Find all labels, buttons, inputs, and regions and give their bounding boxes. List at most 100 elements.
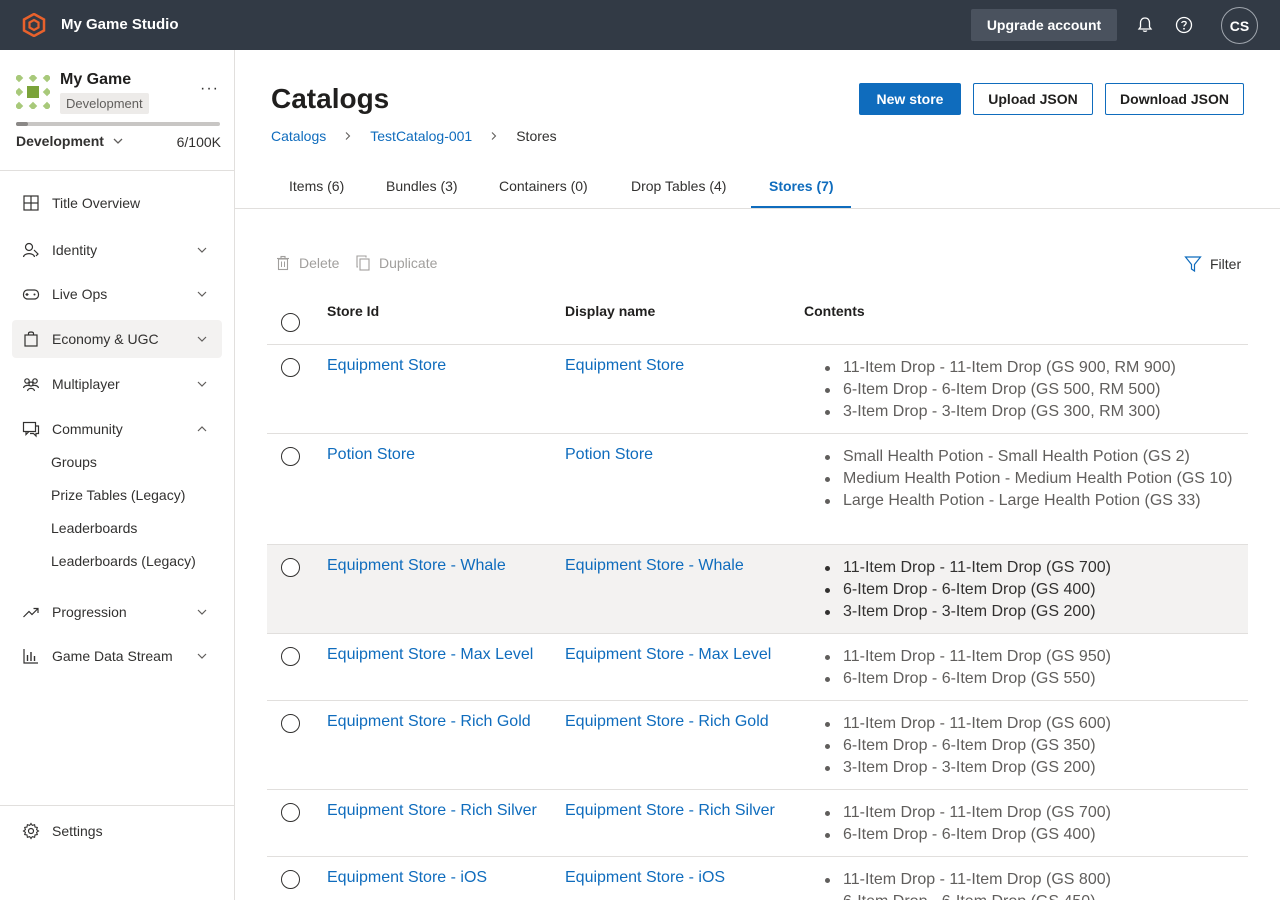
display-name-link[interactable]: Equipment Store - iOS	[565, 869, 725, 887]
contents-list: 11-Item Drop - 11-Item Drop (GS 900, RM …	[825, 357, 1243, 423]
contents-list: 11-Item Drop - 11-Item Drop (GS 700) 6-It…	[825, 802, 1243, 846]
store-id-link[interactable]: Equipment Store - Whale	[327, 557, 506, 575]
tab-stores[interactable]: Stores (7)	[769, 178, 834, 194]
table-row[interactable]: Equipment Store - Rich Silver Equipment S…	[267, 790, 1248, 857]
nav-item-community[interactable]: Community	[12, 410, 222, 448]
row-select-radio[interactable]	[281, 358, 300, 377]
contents-list-item: Small Health Potion - Small Health Potio…	[825, 446, 1243, 468]
delete-label: Delete	[299, 255, 340, 271]
delete-button[interactable]: Delete	[275, 255, 339, 271]
display-name-link[interactable]: Potion Store	[565, 446, 653, 464]
help-icon[interactable]	[1174, 15, 1194, 35]
usage-progress-bar	[16, 122, 220, 126]
table-row[interactable]: Equipment Store - Whale Equipment Store -…	[267, 545, 1248, 634]
column-header-display-name[interactable]: Display name	[565, 303, 655, 319]
nav-item-label: Economy & UGC	[52, 331, 159, 347]
row-select-radio[interactable]	[281, 558, 300, 577]
select-all-radio[interactable]	[281, 313, 300, 332]
row-select-radio[interactable]	[281, 803, 300, 822]
active-tab-indicator	[751, 206, 851, 208]
nav-subitem-leaderboards[interactable]: Leaderboards	[51, 520, 137, 536]
nav-item-label: Identity	[52, 242, 98, 258]
column-header-store-id[interactable]: Store Id	[327, 303, 379, 319]
nav-subitem-leaderboards-legacy[interactable]: Leaderboards (Legacy)	[51, 553, 196, 569]
display-name-link[interactable]: Equipment Store - Rich Silver	[565, 802, 775, 820]
more-options-icon[interactable]: ···	[200, 80, 219, 98]
nav-subitem-prize-tables-legacy[interactable]: Prize Tables (Legacy)	[51, 487, 185, 503]
contents-list-item: 6-Item Drop - 6-Item Drop (GS 500, RM 50…	[825, 379, 1243, 401]
chevron-down-icon	[197, 653, 207, 659]
user-avatar[interactable]: CS	[1221, 7, 1258, 44]
tab-containers[interactable]: Containers (0)	[499, 178, 588, 194]
shopping-bag-icon	[24, 331, 38, 347]
store-id-link[interactable]: Potion Store	[327, 446, 415, 464]
environment-dropdown[interactable]: Development	[16, 133, 124, 149]
tab-bundles[interactable]: Bundles (3)	[386, 178, 458, 194]
nav-item-label: Settings	[52, 823, 103, 839]
filter-button[interactable]: Filter	[1184, 255, 1241, 273]
table-row[interactable]: Equipment Store - iOS Equipment Store - i…	[267, 857, 1248, 900]
table-row[interactable]: Potion Store Potion Store Small Health Pot…	[267, 434, 1248, 545]
display-name-link[interactable]: Equipment Store - Max Level	[565, 646, 771, 664]
bell-icon[interactable]	[1135, 15, 1155, 35]
store-id-link[interactable]: Equipment Store - Max Level	[327, 646, 533, 664]
column-header-contents[interactable]: Contents	[804, 303, 865, 319]
duplicate-button[interactable]: Duplicate	[355, 255, 437, 271]
contents-list-item: 3-Item Drop - 3-Item Drop (GS 200)	[825, 601, 1243, 623]
store-id-link[interactable]: Equipment Store	[327, 357, 446, 375]
table-row[interactable]: Equipment Store - Max Level Equipment Sto…	[267, 634, 1248, 701]
nav-item-progression[interactable]: Progression	[12, 593, 222, 631]
contents-list-item: 11-Item Drop - 11-Item Drop (GS 600)	[825, 713, 1243, 735]
environment-usage-count: 6/100K	[176, 134, 221, 150]
tab-items[interactable]: Items (6)	[289, 178, 344, 194]
nav-item-economy-ugc[interactable]: Economy & UGC	[12, 320, 222, 358]
row-select-radio[interactable]	[281, 447, 300, 466]
display-name-link[interactable]: Equipment Store - Rich Gold	[565, 713, 769, 731]
filter-icon	[1184, 256, 1202, 273]
upload-json-button[interactable]: Upload JSON	[973, 83, 1093, 115]
breadcrumb-catalogs-link[interactable]: Catalogs	[271, 128, 326, 144]
chevron-right-icon	[345, 132, 351, 140]
row-select-radio[interactable]	[281, 714, 300, 733]
studio-logo-icon[interactable]	[22, 13, 46, 37]
nav-item-label: Title Overview	[52, 195, 141, 211]
store-id-link[interactable]: Equipment Store - Rich Silver	[327, 802, 537, 820]
contents-list-item: 6-Item Drop - 6-Item Drop (GS 400)	[825, 824, 1243, 846]
contents-list-item: 3-Item Drop - 3-Item Drop (GS 200)	[825, 757, 1243, 779]
nav-item-live-ops[interactable]: Live Ops	[12, 275, 222, 313]
nav-item-settings[interactable]: Settings	[12, 812, 222, 850]
sidebar-divider	[0, 170, 234, 171]
contents-list-item: 3-Item Drop - 3-Item Drop (GS 300, RM 30…	[825, 401, 1243, 423]
nav-subitem-groups[interactable]: Groups	[51, 454, 97, 470]
new-store-button[interactable]: New store	[859, 83, 961, 115]
nav-item-label: Live Ops	[52, 286, 108, 302]
display-name-link[interactable]: Equipment Store - Whale	[565, 557, 744, 575]
contents-list-item: 6-Item Drop - 6-Item Drop (GS 350)	[825, 735, 1243, 757]
table-row[interactable]: Equipment Store - Rich Gold Equipment Sto…	[267, 701, 1248, 790]
table-row[interactable]: Equipment Store Equipment Store 11-Item Dr…	[267, 345, 1248, 434]
row-select-radio[interactable]	[281, 870, 300, 889]
nav-item-identity[interactable]: Identity	[12, 231, 222, 269]
duplicate-label: Duplicate	[379, 255, 438, 271]
chevron-down-icon	[197, 609, 207, 615]
nav-item-game-data-stream[interactable]: Game Data Stream	[12, 637, 222, 675]
row-select-radio[interactable]	[281, 647, 300, 666]
nav-item-title-overview[interactable]: Title Overview	[12, 184, 222, 222]
table-header: Store Id Display name Contents	[267, 290, 1248, 345]
trash-icon	[277, 255, 289, 271]
display-name-link[interactable]: Equipment Store	[565, 357, 684, 375]
environment-dropdown-label: Development	[16, 133, 104, 149]
tab-drop-tables[interactable]: Drop Tables (4)	[631, 178, 726, 194]
studio-name[interactable]: My Game Studio	[61, 16, 179, 33]
copy-icon	[356, 255, 370, 271]
nav-item-label: Progression	[52, 604, 127, 620]
upgrade-account-button[interactable]: Upgrade account	[971, 9, 1117, 41]
store-id-link[interactable]: Equipment Store - Rich Gold	[327, 713, 531, 731]
identity-icon	[22, 242, 39, 258]
breadcrumb-catalog-link[interactable]: TestCatalog-001	[370, 128, 472, 144]
people-icon	[22, 378, 40, 392]
download-json-button[interactable]: Download JSON	[1105, 83, 1244, 115]
store-id-link[interactable]: Equipment Store - iOS	[327, 869, 487, 887]
nav-item-multiplayer[interactable]: Multiplayer	[12, 365, 222, 403]
usage-progress-fill	[16, 122, 29, 126]
